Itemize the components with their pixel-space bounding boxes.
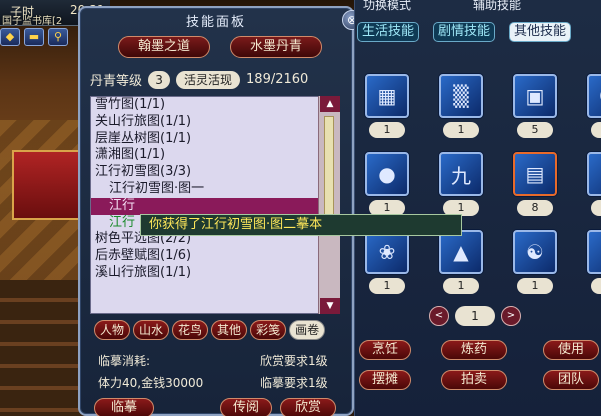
cat-icon[interactable]: ☺ [587, 74, 601, 118]
skill-slot[interactable]: ● 1 [361, 152, 413, 216]
painting-list: 雪竹图(1/1) 关山行旅图(1/1) 层崖丛树图(1/1) 潇湘图(1/1) … [90, 96, 340, 314]
cards-icon[interactable]: ▦ [365, 74, 409, 118]
skill-slot[interactable]: ❀ 1 [361, 230, 413, 294]
shield-icon[interactable]: ◆ [0, 28, 20, 46]
stall-button[interactable]: 摆摊 [359, 370, 411, 390]
tab-flower-bird[interactable]: 花鸟 [172, 320, 209, 340]
list-item[interactable]: 关山行旅图(1/1) [91, 114, 339, 131]
prev-page-icon[interactable]: < [429, 306, 449, 326]
tab-figure[interactable]: 人物 [94, 320, 131, 340]
pager: < 1 > [429, 306, 521, 326]
skill-count: 3 [591, 278, 601, 294]
right-top-bar: 功换模式 辅助技能 [355, 0, 601, 12]
list-item[interactable]: 江行初雪图·图一 [91, 181, 339, 198]
cost-text: 体力40,金钱30000 [98, 376, 204, 390]
tab-other-skills[interactable]: 其他技能 [509, 22, 572, 42]
mountain-icon[interactable]: ▲ [439, 230, 483, 274]
skill-count: 1 [443, 278, 479, 294]
mode-label[interactable]: 功换模式 [363, 0, 411, 13]
page-number: 1 [455, 306, 495, 326]
skill-count: 8 [517, 200, 553, 216]
skill-count: 1 [517, 278, 553, 294]
list-item[interactable]: 雪竹图(1/1) [91, 97, 339, 114]
list-scrollbar[interactable]: ▲ ▼ [318, 96, 340, 314]
skill-panel: 技能面板 ⊗ 翰墨之道 水墨丹青 丹青等级 3 活灵活现 189/2160 雪竹… [78, 6, 362, 416]
school-tabs: 翰墨之道 水墨丹青 [118, 36, 322, 58]
bomb-icon[interactable]: ● [365, 152, 409, 196]
appreciate-requirement: 欣赏要求1级 [260, 354, 328, 368]
appreciate-button[interactable]: 欣赏 [280, 398, 336, 416]
tab-story-skills[interactable]: 剧情技能 [433, 22, 496, 42]
list-item[interactable]: 溪山行旅图(1/1) [91, 265, 339, 282]
bookshelf [0, 280, 85, 416]
horse-rider-icon[interactable]: ♞ [587, 152, 601, 196]
cook-button[interactable]: 烹饪 [359, 340, 411, 360]
skill-slot[interactable]: 九1 [435, 152, 487, 216]
level-row: 丹青等级 3 活灵活现 189/2160 [90, 70, 308, 89]
tab-hanmo[interactable]: 翰墨之道 [118, 36, 210, 58]
tab-shuimo[interactable]: 水墨丹青 [230, 36, 322, 58]
tab-landscape[interactable]: 山水 [133, 320, 170, 340]
location-name: 国子监书库[2 [2, 16, 63, 27]
list-item-selected[interactable]: 江行 [91, 197, 339, 215]
skill-slot[interactable]: ▒ 1 [435, 74, 487, 138]
skill-count: 1 [369, 122, 405, 138]
list-item[interactable]: 潇湘图(1/1) [91, 147, 339, 164]
bed-decoration [12, 150, 82, 220]
skill-type-tabs: 生活技能 剧情技能 其他技能 [357, 22, 572, 42]
nine-icon[interactable]: 九 [439, 152, 483, 196]
skill-slot[interactable]: ▣ 5 [509, 74, 561, 138]
dragon-icon[interactable]: ❀ [365, 230, 409, 274]
top-icons: ◆ ▬ ⚲ [0, 28, 68, 46]
skill-slot[interactable]: ☺1 [583, 74, 601, 138]
list-item[interactable]: 层崖丛树图(1/1) [91, 131, 339, 148]
level-title: 活灵活现 [176, 70, 241, 89]
tab-scroll[interactable]: 画卷 [289, 320, 326, 340]
list-item[interactable]: 后赤壁赋图(1/6) [91, 248, 339, 265]
skill-count: 5 [517, 122, 553, 138]
list-item[interactable]: 江行初雪图(3/3) [91, 164, 339, 181]
next-page-icon[interactable]: > [501, 306, 521, 326]
tab-life-skills[interactable]: 生活技能 [357, 22, 420, 42]
search-icon[interactable]: ⚲ [48, 28, 68, 46]
read-button[interactable]: 传阅 [220, 398, 272, 416]
consume-label: 临摹消耗: [98, 354, 151, 368]
skill-count: 1 [591, 122, 601, 138]
skill-grid: ▦1▒1▣5☺1●1九1▤8♞1❀1▲1☯1♟3 [361, 74, 601, 294]
scroll-thumb[interactable] [324, 116, 334, 226]
skill-slot[interactable]: ♟3 [583, 230, 601, 294]
skill-slot[interactable]: ▤ 8 [509, 152, 561, 216]
painting-icon[interactable]: ▤ [513, 152, 557, 196]
copy-requirement: 临摹要求1级 [260, 376, 328, 390]
skill-slot[interactable]: ♞1 [583, 152, 601, 216]
notification-tooltip: 你获得了江行初雪图·图二摹本 [140, 214, 462, 236]
skill-slot[interactable]: ☯ 1 [509, 230, 561, 294]
skill-count: 1 [591, 200, 601, 216]
meditate-icon[interactable]: ☯ [513, 230, 557, 274]
tab-other[interactable]: 其他 [211, 320, 248, 340]
alchemy-button[interactable]: 炼药 [441, 340, 507, 360]
level-value: 3 [148, 70, 171, 89]
skill-count: 1 [369, 278, 405, 294]
book-icon[interactable]: ▬ [24, 28, 44, 46]
skill-slot[interactable]: ▦ 1 [361, 74, 413, 138]
right-skill-panel: 功换模式 辅助技能 生活技能 剧情技能 其他技能 ▦1▒1▣5☺1●1九1▤8♞… [354, 0, 601, 416]
level-label: 丹青等级 [90, 74, 143, 89]
skill-slot[interactable]: ▲ 1 [435, 230, 487, 294]
scroll-icon[interactable]: ▣ [513, 74, 557, 118]
category-tabs: 人物 山水 花鸟 其他 彩笺 画卷 [94, 320, 326, 340]
team-button[interactable]: 团队 [543, 370, 599, 390]
skill-count: 1 [443, 122, 479, 138]
copy-button[interactable]: 临摹 [94, 398, 154, 416]
assist-skill-label[interactable]: 辅助技能 [473, 0, 521, 13]
fighter-icon[interactable]: ♟ [587, 230, 601, 274]
tab-letter-paper[interactable]: 彩笺 [250, 320, 287, 340]
level-progress: 189/2160 [246, 72, 309, 87]
scroll-down-icon[interactable]: ▼ [320, 298, 340, 314]
use-button[interactable]: 使用 [543, 340, 599, 360]
go-board-icon[interactable]: ▒ [439, 74, 483, 118]
scroll-up-icon[interactable]: ▲ [320, 96, 340, 112]
panel-title: 技能面板 [185, 15, 246, 30]
auction-button[interactable]: 拍卖 [441, 370, 507, 390]
